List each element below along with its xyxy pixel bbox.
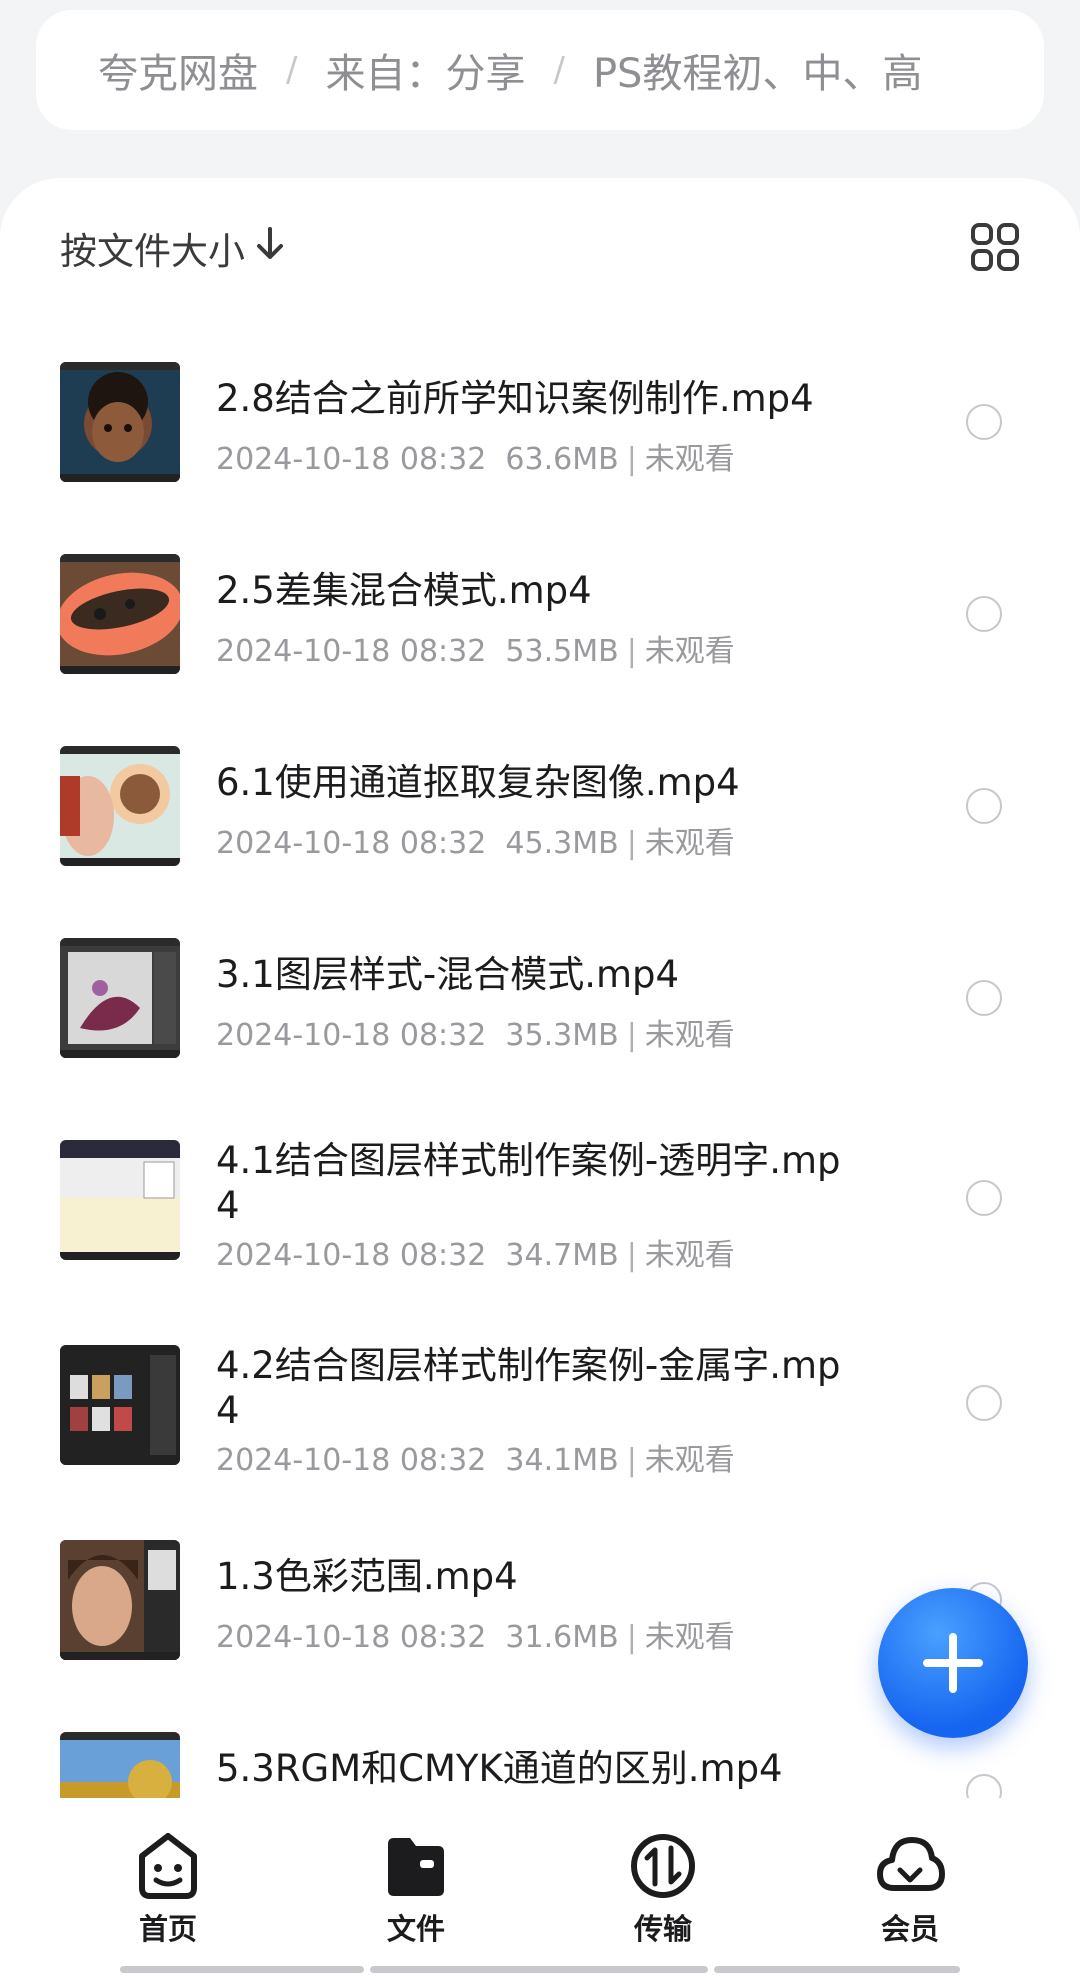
file-name: 2.5差集混合模式.mp4 [216,569,592,612]
smiley-home-icon [139,1833,197,1899]
video-thumbnail [60,362,180,482]
watch-status: 未观看 [644,826,735,861]
file-date: 2024-10-18 08:32 [216,1238,487,1273]
nav-item-files[interactable]: 文件 [336,1830,496,1948]
video-thumbnail [60,1140,180,1260]
watch-status: 未观看 [644,442,735,477]
file-list-panel: 按文件大小 2.8结合之前所学知识案例制作.mp4 2024-10-18 08:… [0,178,1080,1798]
file-name: 6.1使用通道抠取复杂图像.mp4 [216,761,740,804]
transfer-icon [631,1834,695,1898]
list-item[interactable]: 2.5差集混合模式.mp4 2024-10-18 08:32 53.5MB | 未观… [0,518,1080,710]
file-meta: 2024-10-18 08:32 35.3MB | 未观看 [216,1018,735,1053]
nav-item-transfer[interactable]: 传输 [583,1830,743,1948]
list-item[interactable]: 4.2结合图层样式制作案例-金属字.mp4 2024-10-18 08:32 3… [0,1299,1080,1504]
breadcrumb-current-folder: PS教程初、中、高 [592,51,923,97]
select-radio[interactable] [966,1385,1002,1421]
file-size: 35.3MB [505,1018,619,1053]
file-name: 1.3色彩范围.mp4 [216,1555,518,1598]
file-meta: 2024-10-18 08:32 63.6MB | 未观看 [216,442,735,477]
nav-label: 首页 [138,1912,197,1946]
file-date: 2024-10-18 08:32 [216,634,487,669]
video-thumbnail [60,1540,180,1660]
breadcrumb: 夸克网盘 / 来自：分享 / PS教程初、中、高 [36,10,1044,130]
watch-status: 未观看 [644,1238,735,1273]
file-name: 3.1图层样式-混合模式.mp4 [216,953,680,996]
file-meta: 2024-10-18 08:32 45.3MB | 未观看 [216,826,735,861]
breadcrumb-separator: / [286,50,298,90]
file-date: 2024-10-18 08:32 [216,826,487,861]
file-meta: 2024-10-18 08:32 34.1MB | 未观看 [216,1443,735,1478]
video-thumbnail [60,938,180,1058]
file-size: 63.6MB [505,442,619,477]
list-item[interactable]: 3.1图层样式-混合模式.mp4 2024-10-18 08:32 35.3MB… [0,902,1080,1094]
cloud-member-icon [877,1837,945,1891]
sort-label: 按文件大小 [60,230,245,273]
list-item[interactable]: 4.1结合图层样式制作案例-透明字.mp4 2024-10-18 08:32 3… [0,1094,1080,1299]
select-radio[interactable] [966,980,1002,1016]
watch-status: 未观看 [644,1620,735,1655]
watch-status: 未观看 [644,1443,735,1478]
file-size: 34.7MB [505,1238,619,1273]
list-item[interactable]: 2.8结合之前所学知识案例制作.mp4 2024-10-18 08:32 63.… [0,326,1080,518]
grid-view-icon[interactable] [970,222,1020,272]
file-name: 4.1结合图层样式制作案例-透明字.mp4 [216,1139,841,1227]
plus-icon [923,1633,983,1693]
video-thumbnail [60,1732,180,1798]
video-thumbnail [60,1345,180,1465]
sort-button[interactable]: 按文件大小 [60,218,285,278]
home-indicator [714,1966,960,1973]
nav-item-member[interactable]: 会员 [830,1830,990,1948]
select-radio[interactable] [966,404,1002,440]
file-list: 2.8结合之前所学知识案例制作.mp4 2024-10-18 08:32 63.… [0,326,1080,1798]
file-name: 5.3RGM和CMYK通道的区别.mp4 [216,1747,783,1790]
file-meta: 2024-10-18 08:32 53.5MB | 未观看 [216,634,735,669]
breadcrumb-root[interactable]: 夸克网盘 [98,41,258,99]
home-indicator [370,1966,708,1973]
file-size: 31.6MB [505,1620,619,1655]
file-date: 2024-10-18 08:32 [216,1018,487,1053]
file-size: 53.5MB [505,634,619,669]
file-name: 4.2结合图层样式制作案例-金属字.mp4 [216,1344,841,1432]
nav-item-home[interactable]: 首页 [88,1830,248,1948]
select-radio[interactable] [966,788,1002,824]
nav-label: 传输 [633,1912,692,1946]
video-thumbnail [60,746,180,866]
file-meta: 2024-10-18 08:32 31.6MB | 未观看 [216,1620,735,1655]
select-radio[interactable] [966,596,1002,632]
file-date: 2024-10-18 08:32 [216,442,487,477]
select-radio[interactable] [966,1774,1002,1798]
add-button[interactable] [878,1588,1028,1738]
file-date: 2024-10-18 08:32 [216,1620,487,1655]
file-date: 2024-10-18 08:32 [216,1443,487,1478]
sort-arrow-down-icon [255,226,285,271]
file-size: 34.1MB [505,1443,619,1478]
file-size: 45.3MB [505,826,619,861]
video-thumbnail [60,554,180,674]
list-item[interactable]: 6.1使用通道抠取复杂图像.mp4 2024-10-18 08:32 45.3M… [0,710,1080,902]
folder-file-icon [388,1838,444,1896]
home-indicator [120,1966,364,1973]
watch-status: 未观看 [644,1018,735,1053]
nav-label: 文件 [386,1912,445,1946]
select-radio[interactable] [966,1180,1002,1216]
bottom-nav: 首页 文件 传输 会员 [0,1798,1080,1978]
breadcrumb-source[interactable]: 来自：分享 [325,41,525,99]
nav-label: 会员 [880,1912,939,1946]
file-name: 2.8结合之前所学知识案例制作.mp4 [216,377,814,420]
breadcrumb-separator: / [553,50,565,90]
file-meta: 2024-10-18 08:32 34.7MB | 未观看 [216,1238,735,1273]
watch-status: 未观看 [644,634,735,669]
